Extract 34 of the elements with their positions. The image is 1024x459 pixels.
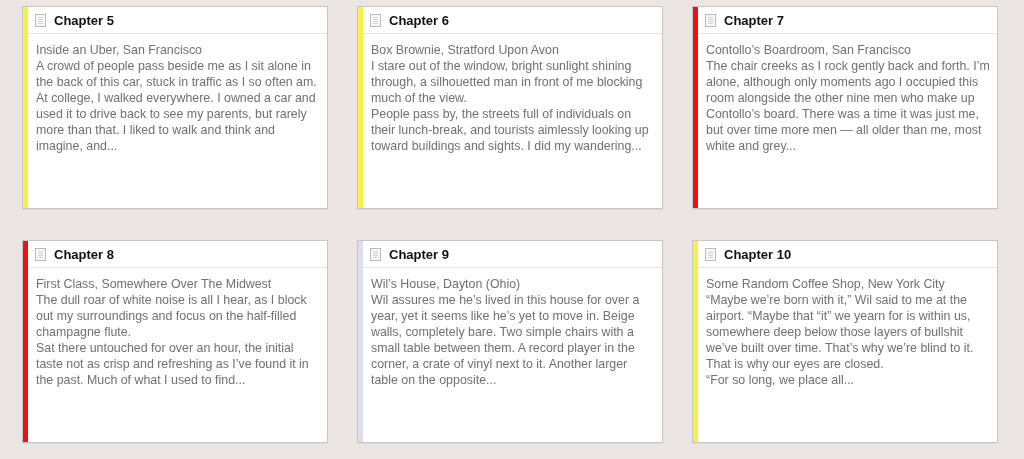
location-text: Contollo’s Boardroom, San Francisco	[706, 42, 912, 58]
index-card[interactable]	[693, 7, 997, 208]
location-text: Box Brownie, Stratford Upon Avon	[371, 42, 560, 58]
index-card[interactable]	[23, 7, 327, 208]
index-card[interactable]	[693, 241, 997, 442]
index-card[interactable]	[358, 7, 662, 208]
synopsis-text: People pass by, the streets full of individuals on their lunch-break, and tourists aimlessly looking up toward buildings and sights. I did my wandering...	[371, 106, 650, 154]
synopsis-text: Wil assures me he’s lived in this house for over a year, yet it seems like he’s yet to move in. Beige walls, completely bare. Two simple chairs with a small table between them. A record player in the corner, a crate of vinyl next to it. Another larger table on the opposite...	[371, 292, 641, 388]
card-title: Chapter 8	[54, 246, 114, 262]
synopsis-text: The chair creeks as I rock gently back and forth. I’m alone, although only moments ago I occupied this room alongside the other nine men who make up Contollo’s board. There was a time it was just me, but over time more men — all older than me, most white and grey...	[706, 58, 991, 154]
card-title: Chapter 5	[54, 12, 114, 28]
document-icon	[705, 247, 716, 261]
synopsis-text: At college, I walked everywhere. I owned a car and used it to drive back to see my parents, but rarely more than that. I liked to walk and think and imagine, and...	[36, 90, 317, 154]
synopsis-text: The dull roar of white noise is all I hear, as I block out my surroundings and focus on the half-filled champagne flute.	[36, 292, 308, 340]
card-title: Chapter 6	[389, 12, 449, 28]
synopsis-text: “For so long, we place all...	[706, 372, 856, 388]
location-text: Some Random Coffee Shop, New York City	[706, 276, 946, 292]
synopsis-text: I stare out of the window, bright sunlight shining through, a silhouetted man in front of me blocking much of the view.	[371, 58, 644, 106]
location-text: Wil’s House, Dayton (Ohio)	[371, 276, 522, 292]
document-icon	[370, 247, 381, 261]
location-text: First Class, Somewhere Over The Midwest	[36, 276, 273, 292]
card-title: Chapter 9	[389, 246, 449, 262]
index-card[interactable]	[358, 241, 662, 442]
index-card[interactable]	[23, 241, 327, 442]
document-icon	[35, 13, 46, 27]
card-title: Chapter 7	[724, 12, 784, 28]
document-icon	[370, 13, 381, 27]
document-icon	[705, 13, 716, 27]
synopsis-text: A crowd of people pass beside me as I sit alone in the back of this car, stuck in traffic as I so often am.	[36, 58, 318, 90]
synopsis-text: Sat there untouched for over an hour, the initial taste not as crisp and refreshing as I’ve found it in the past. Much of what I used to find...	[36, 340, 310, 388]
document-icon	[35, 247, 46, 261]
card-title: Chapter 10	[724, 246, 792, 262]
synopsis-text: “Maybe we’re born with it,” Wil said to me at the airport. “Maybe that “it” we yearn for is within us, somewhere deep below those layers of bullshit we’ve built over time. That’s why we’re blind to it. That is why our eyes are closed.	[706, 292, 975, 372]
location-text: Inside an Uber, San Francisco	[36, 42, 203, 58]
